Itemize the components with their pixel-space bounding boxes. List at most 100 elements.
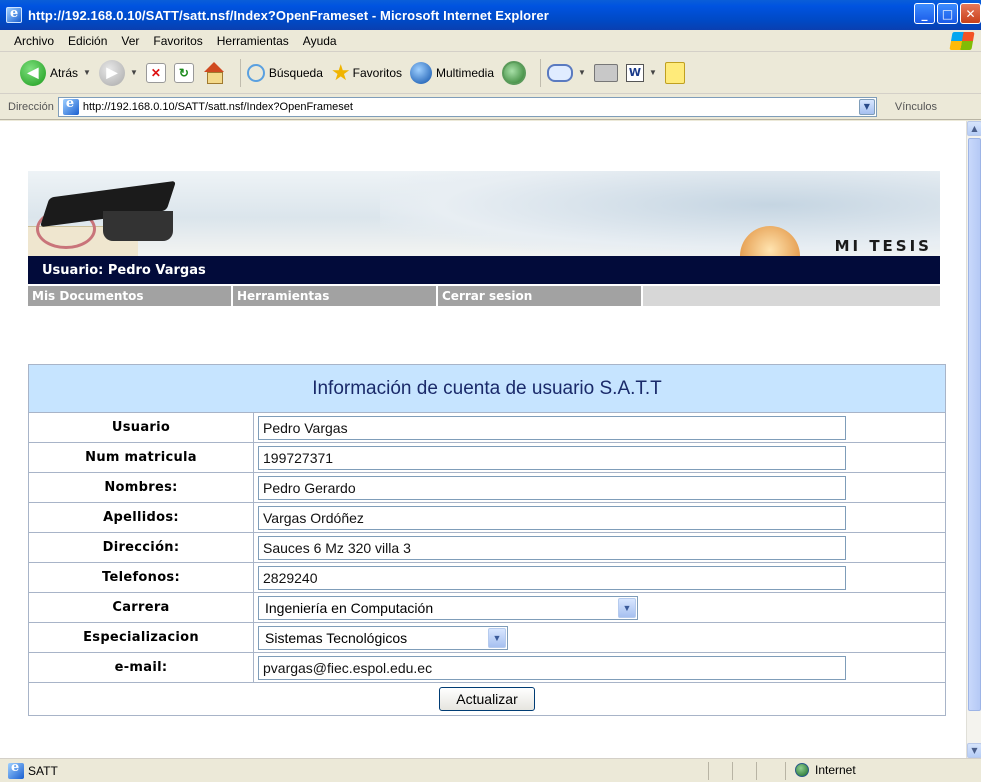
close-button[interactable]: ✕ — [960, 3, 981, 24]
site-brand: MI TESIS — [834, 237, 932, 255]
especializacion-select[interactable]: Sistemas Tecnológicos ▼ — [258, 625, 508, 650]
menu-favoritos[interactable]: Favoritos — [153, 34, 202, 48]
menu-edicion[interactable]: Edición — [68, 34, 107, 48]
forward-arrow-icon: ▶ — [98, 59, 125, 86]
form-row: Dirección: Sauces 6 Mz 320 villa 3 — [29, 533, 945, 563]
address-bar: Dirección http://192.168.0.10/SATT/satt.… — [0, 94, 981, 120]
minimize-button[interactable]: _ — [914, 3, 935, 24]
field-label: Telefonos: — [29, 563, 254, 592]
search-label: Búsqueda — [268, 65, 323, 80]
form-row: Nombres: Pedro Gerardo — [29, 473, 945, 503]
telefonos-field[interactable]: 2829240 — [258, 565, 846, 590]
window-titlebar: http://192.168.0.10/SATT/satt.nsf/Index?… — [0, 0, 981, 30]
email-field[interactable]: pvargas@fiec.espol.edu.ec — [258, 655, 846, 680]
globe-icon — [795, 763, 809, 777]
chevron-down-icon[interactable]: ▼ — [649, 68, 657, 77]
chevron-down-icon[interactable]: ▼ — [578, 68, 586, 77]
field-label: Especializacion — [29, 623, 254, 652]
address-input[interactable]: http://192.168.0.10/SATT/satt.nsf/Index?… — [57, 96, 877, 117]
main-nav: Mis Documentos Herramientas Cerrar sesio… — [28, 286, 940, 306]
nav-herramientas[interactable]: Herramientas — [233, 286, 438, 306]
carrera-value: Ingeniería en Computación — [265, 599, 434, 616]
window-title: http://192.168.0.10/SATT/satt.nsf/Index?… — [28, 7, 549, 23]
back-button[interactable]: ◀ Atrás ▼ — [20, 59, 91, 86]
form-title: Información de cuenta de usuario S.A.T.T — [29, 365, 945, 413]
search-button[interactable]: Búsqueda — [246, 63, 323, 82]
security-zone: Internet — [795, 763, 856, 777]
edit-button[interactable]: W ▼ — [625, 63, 657, 82]
menu-archivo[interactable]: Archivo — [14, 34, 54, 48]
menu-ver[interactable]: Ver — [121, 34, 139, 48]
scroll-up-icon[interactable]: ▲ — [967, 121, 981, 136]
mail-button[interactable]: ▼ — [547, 63, 586, 82]
note-icon — [664, 61, 685, 84]
chevron-down-icon[interactable]: ▼ — [618, 597, 636, 618]
home-button[interactable] — [202, 61, 226, 84]
graduation-cap-base — [103, 211, 173, 241]
nav-filler — [643, 286, 940, 306]
chevron-down-icon[interactable]: ▼ — [83, 68, 91, 77]
nombres-field[interactable]: Pedro Gerardo — [258, 475, 846, 500]
actualizar-button[interactable]: Actualizar — [439, 687, 535, 711]
links-label[interactable]: Vínculos — [895, 101, 937, 113]
field-label: Nombres: — [29, 473, 254, 502]
window-controls: _ □ ✕ — [914, 3, 981, 24]
nav-cerrar-sesion[interactable]: Cerrar sesion — [438, 286, 643, 306]
account-form: Información de cuenta de usuario S.A.T.T… — [28, 364, 946, 716]
field-label: e-mail: — [29, 653, 254, 682]
carrera-select[interactable]: Ingeniería en Computación ▼ — [258, 595, 638, 620]
stop-button[interactable]: ✕ — [145, 62, 166, 83]
refresh-icon: ↻ — [173, 62, 194, 83]
page-viewport: MI TESIS Usuario: Pedro Vargas Mis Docum… — [0, 121, 966, 758]
vertical-scrollbar[interactable]: ▲ ▼ — [966, 121, 981, 758]
forward-button[interactable]: ▶ ▼ — [98, 59, 138, 86]
stop-icon: ✕ — [145, 62, 166, 83]
direccion-field[interactable]: Sauces 6 Mz 320 villa 3 — [258, 535, 846, 560]
media-label: Multimedia — [436, 65, 495, 80]
maximize-button[interactable]: □ — [937, 3, 958, 24]
address-url[interactable]: http://192.168.0.10/SATT/satt.nsf/Index?… — [83, 101, 353, 113]
refresh-button[interactable]: ↻ — [173, 62, 194, 83]
scroll-thumb[interactable] — [968, 138, 981, 711]
nav-mis-documentos[interactable]: Mis Documentos — [28, 286, 233, 306]
windows-logo-icon — [949, 32, 975, 50]
status-separator — [708, 762, 709, 780]
toolbar: ◀ Atrás ▼ ▶ ▼ ✕ ↻ Búsqueda ★ Favoritos M… — [0, 52, 981, 94]
messenger-button[interactable] — [664, 61, 685, 84]
search-icon — [246, 63, 265, 82]
home-icon — [202, 61, 226, 84]
star-icon: ★ — [330, 59, 351, 85]
toolbar-separator — [239, 58, 241, 87]
ie-logo-icon — [6, 6, 22, 23]
chevron-down-icon[interactable]: ▼ — [488, 627, 506, 648]
favorites-button[interactable]: ★ Favoritos — [331, 60, 402, 86]
history-icon — [502, 60, 527, 85]
field-label: Carrera — [29, 593, 254, 622]
zone-label: Internet — [815, 763, 856, 777]
media-button[interactable]: Multimedia — [410, 61, 495, 84]
scroll-down-icon[interactable]: ▼ — [967, 743, 981, 758]
history-button[interactable] — [502, 60, 527, 85]
chevron-down-icon[interactable]: ▼ — [858, 98, 875, 115]
menu-bar: Archivo Edición Ver Favoritos Herramient… — [0, 30, 981, 52]
usuario-field[interactable]: Pedro Vargas — [258, 415, 846, 440]
favorites-label: Favoritos — [352, 65, 402, 80]
field-label: Usuario — [29, 413, 254, 442]
status-separator — [732, 762, 733, 780]
form-row: Especializacion Sistemas Tecnológicos ▼ — [29, 623, 945, 653]
menu-ayuda[interactable]: Ayuda — [303, 34, 337, 48]
apellidos-field[interactable]: Vargas Ordóñez — [258, 505, 846, 530]
user-bar: Usuario: Pedro Vargas — [28, 256, 940, 284]
form-row: Apellidos: Vargas Ordóñez — [29, 503, 945, 533]
status-bar: SATT Internet — [0, 758, 981, 782]
print-button[interactable] — [593, 63, 618, 82]
menu-herramientas[interactable]: Herramientas — [217, 34, 289, 48]
matricula-field[interactable]: 199727371 — [258, 445, 846, 470]
status-separator — [785, 762, 786, 780]
address-label: Dirección — [8, 100, 54, 113]
field-label: Num matricula — [29, 443, 254, 472]
chevron-down-icon[interactable]: ▼ — [130, 68, 138, 77]
printer-icon — [593, 63, 618, 82]
toolbar-separator — [540, 58, 542, 87]
back-label: Atrás — [50, 65, 79, 80]
